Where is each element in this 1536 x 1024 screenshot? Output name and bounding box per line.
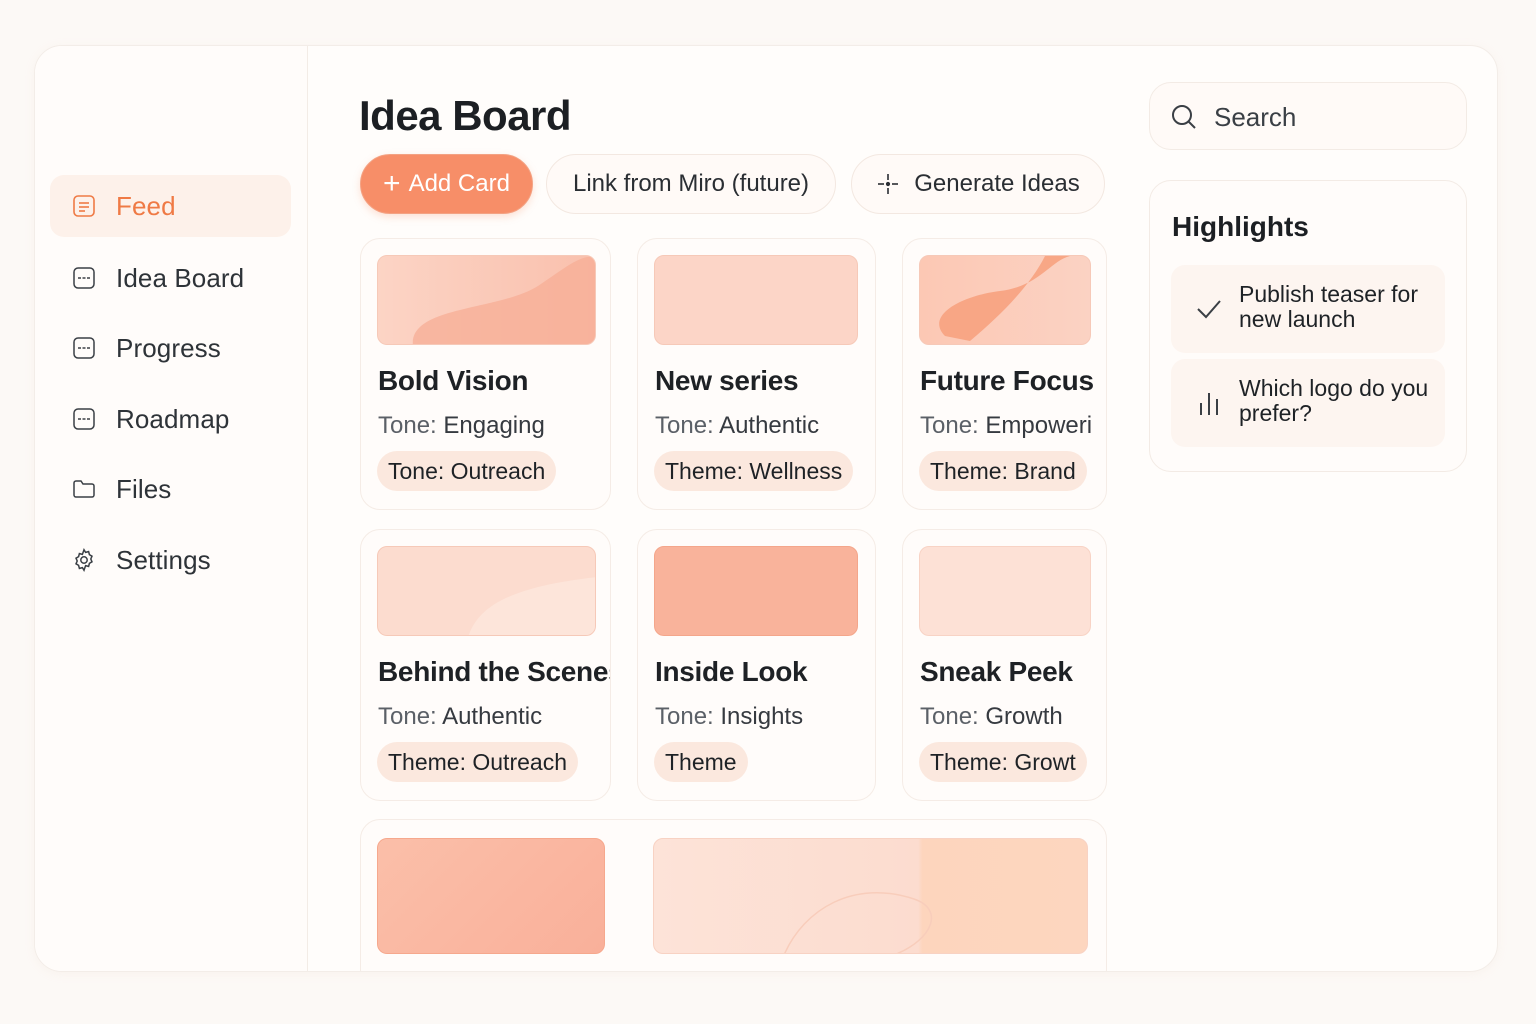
search-box[interactable] — [1149, 82, 1467, 150]
card-tone: Tone: Authentic — [378, 703, 543, 730]
card-artwork — [413, 256, 595, 344]
link-miro-label: Link from Miro (future) — [572, 170, 810, 197]
main-content: Idea Board + Add Card Link from Miro (fu… — [308, 46, 1138, 971]
feed-icon — [73, 195, 95, 217]
check-icon — [1197, 300, 1221, 319]
add-card-button[interactable]: + Add Card — [360, 154, 533, 214]
app-window: Feed Idea Board Progress Roadmap Files S… — [34, 45, 1498, 972]
idea-card[interactable]: Bold Vision Tone: Engaging Tone: Outreac… — [360, 238, 611, 510]
card-thumbnail — [919, 255, 1091, 345]
card-thumbnail — [919, 546, 1091, 636]
card-thumbnail — [377, 255, 596, 345]
card-tag: Tone: Outreach — [377, 451, 557, 491]
card-tag: Theme: Growt — [919, 742, 1087, 782]
generate-ideas-label: Generate Ideas — [914, 170, 1080, 197]
plus-icon: + — [383, 167, 401, 200]
card-tag: Theme: Wellness — [654, 451, 854, 491]
sidebar-item-progress[interactable]: Progress — [50, 317, 291, 379]
progress-icon — [73, 337, 95, 359]
sidebar-item-label: Feed — [116, 190, 176, 221]
sidebar: Feed Idea Board Progress Roadmap Files S… — [35, 46, 308, 971]
gear-icon — [75, 548, 93, 572]
card-tone: Tone: Insights — [655, 703, 804, 730]
idea-card-wide[interactable] — [360, 819, 1107, 971]
generate-ideas-button[interactable]: Generate Ideas — [851, 154, 1105, 214]
card-title: Future Focus — [920, 365, 1094, 396]
sidebar-item-label: Progress — [116, 332, 221, 363]
card-artwork — [468, 577, 595, 635]
highlight-text: Which logo do you prefer? — [1239, 375, 1429, 426]
card-tag: Theme: Outreach — [377, 742, 578, 782]
highlight-item[interactable]: Publish teaser for new launch — [1171, 265, 1445, 353]
highlights-title: Highlights — [1172, 211, 1309, 242]
card-title: Inside Look — [655, 656, 808, 687]
card-tone: Tone: Empoweri — [920, 412, 1093, 439]
card-thumbnail — [653, 838, 1088, 954]
card-tag: Theme: Brand — [919, 451, 1087, 491]
link-miro-button[interactable]: Link from Miro (future) — [546, 154, 836, 214]
card-artwork — [784, 891, 933, 953]
search-input[interactable] — [1214, 97, 1444, 137]
sidebar-item-feed[interactable]: Feed — [50, 175, 291, 237]
highlight-text: Publish teaser for new launch — [1239, 281, 1418, 332]
sidebar-item-roadmap[interactable]: Roadmap — [50, 388, 291, 450]
sidebar-item-label: Roadmap — [116, 403, 230, 434]
idea-card[interactable]: New series Tone: Authentic Theme: Wellne… — [637, 238, 876, 510]
card-tag: Theme — [654, 742, 748, 782]
card-thumbnail — [654, 546, 858, 636]
idea-card[interactable]: Sneak Peek Tone: Growth Theme: Growt — [902, 529, 1107, 801]
card-title: Behind the Scenes — [378, 656, 611, 687]
idea-card[interactable]: Behind the Scenes Tone: Authentic Theme:… — [360, 529, 611, 801]
sidebar-item-label: Files — [116, 473, 172, 504]
card-title: Bold Vision — [378, 365, 529, 396]
board-icon — [73, 267, 95, 289]
card-thumbnail — [654, 255, 858, 345]
card-tone: Tone: Engaging — [378, 412, 545, 439]
highlight-item[interactable]: Which logo do you prefer? — [1171, 359, 1445, 447]
idea-card[interactable]: Future Focus Tone: Empoweri Theme: Brand — [902, 238, 1107, 510]
card-title: Sneak Peek — [920, 656, 1073, 687]
sidebar-item-idea-board[interactable]: Idea Board — [50, 247, 291, 309]
card-thumbnail — [377, 838, 605, 954]
folder-icon — [73, 480, 95, 498]
card-tone: Tone: Authentic — [655, 412, 820, 439]
card-artwork — [939, 256, 1070, 341]
roadmap-icon — [73, 408, 95, 430]
bar-chart-icon — [1200, 393, 1218, 415]
add-card-label: Add Card — [408, 170, 510, 197]
search-icon — [1172, 105, 1196, 129]
sidebar-item-settings[interactable]: Settings — [50, 529, 291, 591]
sidebar-item-label: Settings — [116, 544, 211, 575]
card-tone: Tone: Growth — [920, 703, 1063, 730]
idea-card[interactable]: Inside Look Tone: Insights Theme — [637, 529, 876, 801]
card-thumbnail — [377, 546, 596, 636]
card-title: New series — [655, 365, 799, 396]
page-title: Idea Board — [359, 92, 572, 139]
highlights-panel: Highlights Publish teaser for new launch… — [1149, 180, 1467, 472]
sidebar-item-files[interactable]: Files — [50, 458, 291, 520]
sidebar-item-label: Idea Board — [116, 262, 245, 293]
sparkle-icon — [878, 174, 899, 194]
